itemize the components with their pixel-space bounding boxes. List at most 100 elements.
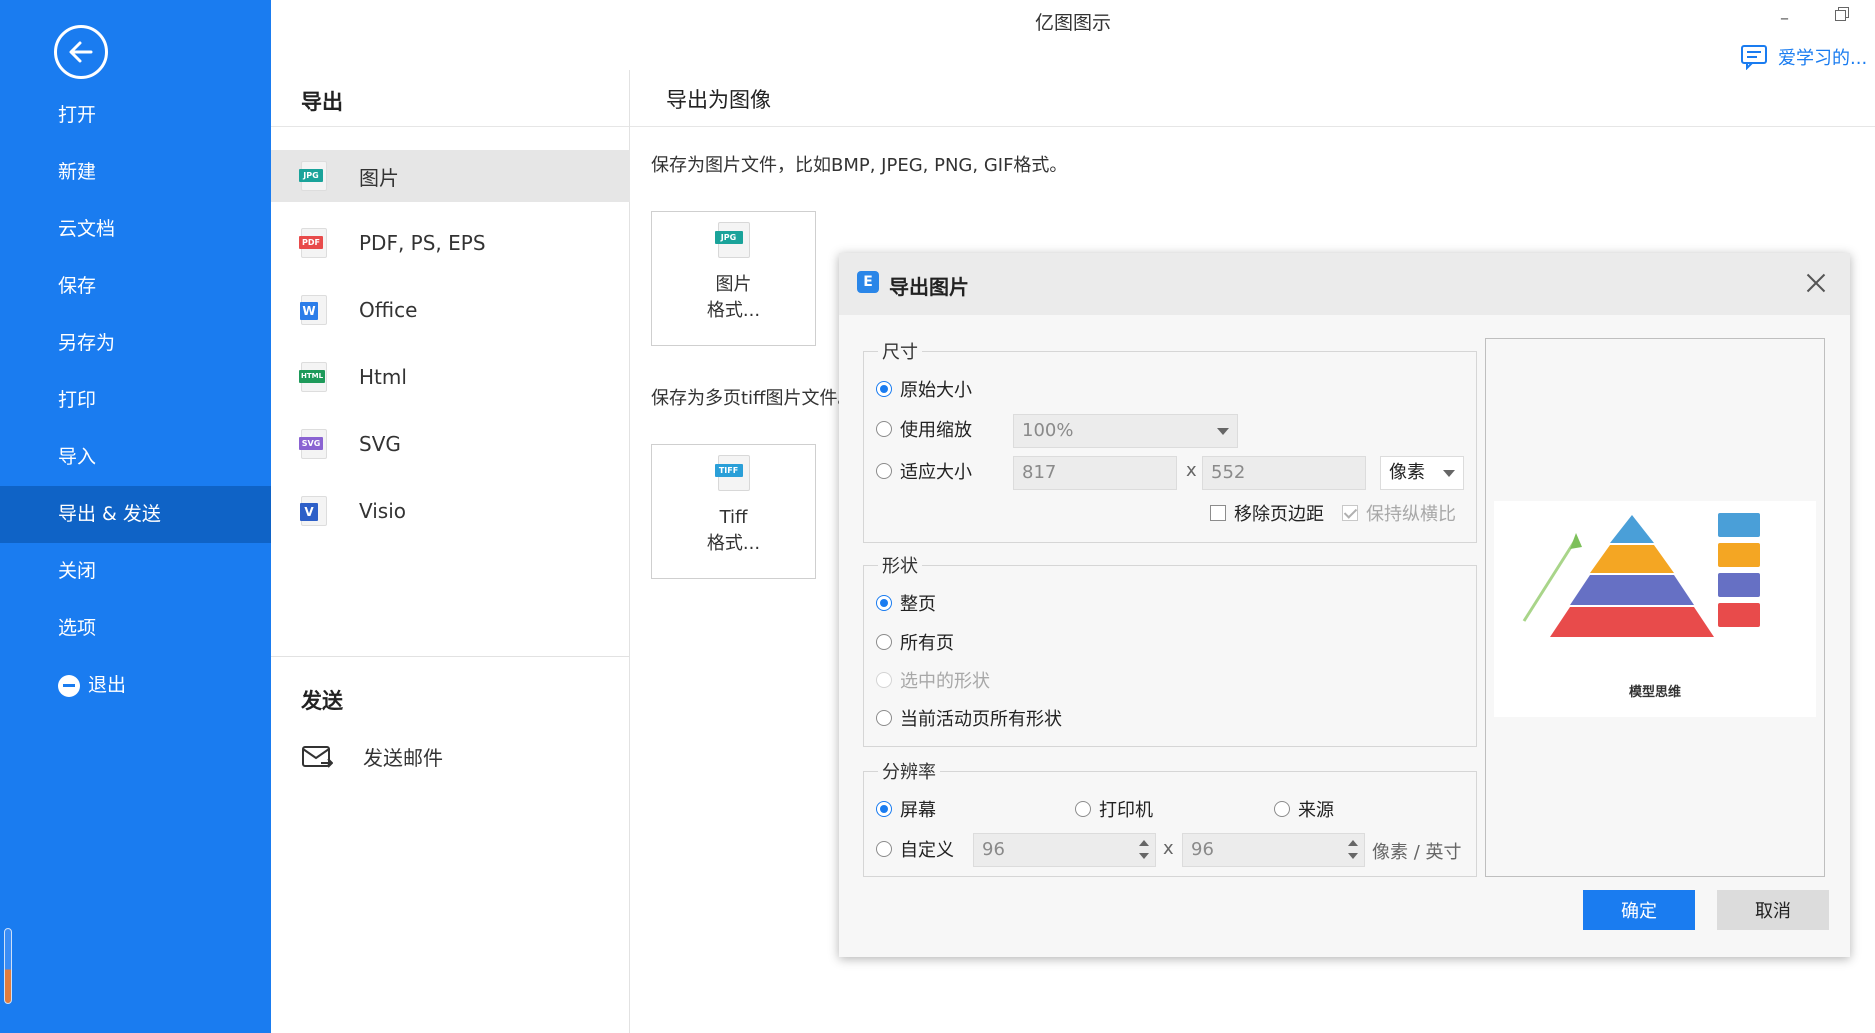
screen-option[interactable]: 屏幕 xyxy=(876,796,936,822)
export-item-pdf[interactable]: PDF PDF, PS, EPS xyxy=(271,217,630,269)
scrollbar-thumb[interactable] xyxy=(4,928,12,1004)
source-label: 来源 xyxy=(1298,800,1334,821)
stepper-up-icon[interactable] xyxy=(1139,840,1149,846)
dpi-unit-label: 像素 / 英寸 xyxy=(1372,842,1462,863)
all-pages-option[interactable]: 所有页 xyxy=(876,629,954,655)
sidebar-item-label: 打印 xyxy=(58,389,97,411)
shape-group-label: 形状 xyxy=(878,552,922,578)
sidebar-item-label: 另存为 xyxy=(58,332,116,354)
file-sidebar: 打开 新建 云文档 保存 另存为 打印 导入 导出 & 发送 关闭 选项 退出 xyxy=(0,0,271,1033)
whole-page-label: 整页 xyxy=(900,594,936,615)
sidebar-item-label: 导入 xyxy=(58,446,97,468)
send-mail-button[interactable]: 发送邮件 xyxy=(301,742,443,771)
radio-fit-size[interactable] xyxy=(876,463,892,479)
mail-send-icon xyxy=(302,745,333,768)
radio-screen[interactable] xyxy=(876,801,892,817)
sidebar-item-label: 云文档 xyxy=(58,218,116,240)
unit-select[interactable]: 像素 xyxy=(1380,456,1464,490)
stepper-down-icon[interactable] xyxy=(1348,853,1358,859)
dpi-x-stepper[interactable]: 96 xyxy=(973,833,1156,867)
screen-label: 屏幕 xyxy=(900,800,936,821)
chevron-down-icon xyxy=(1443,470,1455,477)
sidebar-item-open[interactable]: 打开 xyxy=(0,87,271,144)
cancel-button[interactable]: 取消 xyxy=(1717,890,1829,930)
preview-pane: 模型思维 xyxy=(1485,338,1825,877)
back-button[interactable] xyxy=(54,25,108,79)
restore-button[interactable] xyxy=(1834,6,1849,21)
printer-option[interactable]: 打印机 xyxy=(1075,796,1153,822)
stepper-up-icon[interactable] xyxy=(1348,840,1358,846)
ok-button[interactable]: 确定 xyxy=(1583,890,1695,930)
radio-custom[interactable] xyxy=(876,841,892,857)
radio-original-size[interactable] xyxy=(876,381,892,397)
zoom-select[interactable]: 100% xyxy=(1013,414,1238,448)
export-format-list: JPG 图片 PDF PDF, PS, EPS W Office HTML Ht… xyxy=(271,150,630,552)
checkbox-keep-ratio[interactable] xyxy=(1342,505,1358,521)
stepper-down-icon[interactable] xyxy=(1139,853,1149,859)
radio-active-page-shapes[interactable] xyxy=(876,710,892,726)
size-group-label: 尺寸 xyxy=(878,338,922,364)
radio-printer[interactable] xyxy=(1075,801,1091,817)
sidebar-item-close[interactable]: 关闭 xyxy=(0,543,271,600)
sidebar-nav: 打开 新建 云文档 保存 另存为 打印 导入 导出 & 发送 关闭 选项 退出 xyxy=(0,87,271,714)
height-input[interactable]: 552 xyxy=(1202,456,1366,490)
remove-margin-label: 移除页边距 xyxy=(1234,504,1324,525)
custom-option[interactable]: 自定义 xyxy=(876,836,954,862)
original-size-option[interactable]: 原始大小 xyxy=(876,376,972,402)
radio-all-pages[interactable] xyxy=(876,634,892,650)
sidebar-item-label: 导出 & 发送 xyxy=(58,503,161,525)
remove-margin-option[interactable]: 移除页边距 xyxy=(1210,500,1324,526)
radio-whole-page[interactable] xyxy=(876,595,892,611)
active-page-shapes-label: 当前活动页所有形状 xyxy=(900,709,1062,730)
source-option[interactable]: 来源 xyxy=(1274,796,1334,822)
radio-use-zoom[interactable] xyxy=(876,421,892,437)
sidebar-item-new[interactable]: 新建 xyxy=(0,144,271,201)
times-label: x xyxy=(1186,460,1197,481)
close-icon[interactable] xyxy=(1804,271,1828,295)
radio-source[interactable] xyxy=(1274,801,1290,817)
radio-selected-shapes xyxy=(876,672,892,688)
checkbox-remove-margin[interactable] xyxy=(1210,505,1226,521)
image-format-button[interactable]: JPG 图片 格式... xyxy=(651,211,816,346)
width-input[interactable]: 817 xyxy=(1013,456,1177,490)
jpg-file-icon: JPG xyxy=(299,161,327,191)
use-zoom-option[interactable]: 使用缩放 xyxy=(876,416,972,442)
sidebar-item-label: 保存 xyxy=(58,275,97,297)
fit-size-option[interactable]: 适应大小 xyxy=(876,458,972,484)
dialog-header: E 导出图片 xyxy=(839,253,1850,315)
export-item-office[interactable]: W Office xyxy=(271,284,630,336)
minimize-button[interactable]: – xyxy=(1780,8,1789,29)
sidebar-item-save-as[interactable]: 另存为 xyxy=(0,315,271,372)
tiff-format-label-2: 格式... xyxy=(706,533,761,554)
active-page-shapes-option[interactable]: 当前活动页所有形状 xyxy=(876,705,1062,731)
use-zoom-label: 使用缩放 xyxy=(900,420,972,441)
visio-file-icon: V xyxy=(300,496,327,526)
export-item-label: PDF, PS, EPS xyxy=(359,231,486,255)
sidebar-item-export-send[interactable]: 导出 & 发送 xyxy=(0,486,271,543)
dialog-title: 导出图片 xyxy=(889,275,969,299)
tiff-format-button[interactable]: TIFF Tiff 格式... xyxy=(651,444,816,579)
chat-icon xyxy=(1741,45,1767,70)
app-title: 亿图图示 xyxy=(1034,12,1111,34)
dpi-y-stepper[interactable]: 96 xyxy=(1182,833,1365,867)
sidebar-item-cloud[interactable]: 云文档 xyxy=(0,201,271,258)
whole-page-option[interactable]: 整页 xyxy=(876,590,936,616)
image-format-label-2: 格式... xyxy=(706,300,761,321)
jpg-file-icon: JPG xyxy=(714,222,750,258)
export-item-svg[interactable]: SVG SVG xyxy=(271,418,630,470)
keep-ratio-option[interactable]: 保持纵横比 xyxy=(1342,500,1456,526)
export-item-html[interactable]: HTML Html xyxy=(271,351,630,403)
sidebar-item-save[interactable]: 保存 xyxy=(0,258,271,315)
printer-label: 打印机 xyxy=(1099,800,1153,821)
sidebar-item-exit[interactable]: 退出 xyxy=(0,657,271,714)
preview-thumbnail: 模型思维 xyxy=(1494,501,1816,717)
tiff-file-icon: TIFF xyxy=(714,455,750,491)
sidebar-item-options[interactable]: 选项 xyxy=(0,600,271,657)
sidebar-item-print[interactable]: 打印 xyxy=(0,372,271,429)
export-item-visio[interactable]: V Visio xyxy=(271,485,630,537)
width-value: 817 xyxy=(1022,462,1057,483)
user-account[interactable]: 爱学习的... xyxy=(1740,44,1867,70)
export-item-image[interactable]: JPG 图片 xyxy=(271,150,630,202)
sidebar-item-import[interactable]: 导入 xyxy=(0,429,271,486)
image-format-label-1: 图片 xyxy=(715,274,752,295)
